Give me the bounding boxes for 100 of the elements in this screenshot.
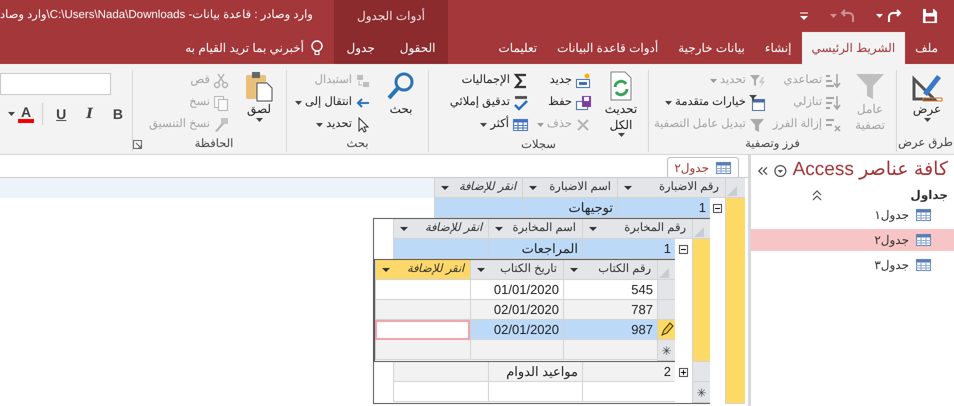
caret-icon <box>710 79 717 83</box>
record-selector[interactable] <box>657 320 675 340</box>
table-cell: 987 <box>563 320 657 340</box>
caret-icon[interactable] <box>589 226 597 230</box>
caret-icon[interactable] <box>441 186 449 190</box>
dialog-launcher-icon[interactable] <box>133 140 142 149</box>
expand-button[interactable] <box>679 368 688 376</box>
document-tab[interactable]: جدول٢ <box>667 157 739 177</box>
ribbon-button[interactable]: أكثر <box>448 114 531 136</box>
pencil-icon <box>660 322 674 336</box>
group-label: طرق عرض <box>897 136 954 151</box>
ribbon-tab[interactable]: الحقول <box>390 32 446 64</box>
caret-icon[interactable] <box>624 186 632 190</box>
scissors-icon <box>213 73 229 89</box>
collapse-icon[interactable] <box>757 164 768 176</box>
table-icon <box>915 207 932 223</box>
group-header[interactable]: جداول <box>751 186 954 204</box>
chevrons-icon <box>811 189 823 201</box>
table-cell: مواعيد الدوام <box>488 362 582 382</box>
ribbon-button[interactable]: تدقيق إملائي <box>448 92 531 114</box>
collapse-button[interactable] <box>713 204 722 212</box>
caret-icon[interactable] <box>495 226 503 230</box>
dropdown-icon[interactable] <box>774 164 787 178</box>
new-record-selector[interactable]: ✳ <box>657 340 675 361</box>
column-header[interactable]: تاريخ الكتاب <box>470 260 563 280</box>
bold-button[interactable]: B <box>106 104 130 124</box>
table-cell: 02/01/2020 <box>470 300 563 320</box>
caret-icon <box>536 123 544 127</box>
group-label: فرز وتصفية <box>744 136 801 152</box>
contextual-tab-title: أدوات الجدول <box>334 0 448 32</box>
ribbon-button[interactable]: تحديث الكل <box>597 70 645 138</box>
ribbon-button[interactable]: بحث <box>377 70 425 136</box>
caret-icon[interactable] <box>529 186 537 190</box>
ribbon-tab[interactable]: جدول <box>336 32 385 64</box>
caret-icon[interactable] <box>477 268 485 272</box>
redo-icon <box>840 8 856 24</box>
grid-icon <box>512 117 529 133</box>
spelling-check-icon <box>512 95 529 111</box>
funnel-icon <box>748 117 765 133</box>
font-name-field[interactable] <box>0 73 111 95</box>
input-field[interactable] <box>375 320 470 340</box>
quick-access-button[interactable] <box>874 8 904 24</box>
column-header[interactable]: انقر للإضافة <box>375 260 470 280</box>
save-icon <box>575 95 591 111</box>
ribbon-tab[interactable]: تعليمات <box>488 32 548 64</box>
caret-icon[interactable] <box>570 268 578 272</box>
caret-icon <box>665 101 672 105</box>
ribbon-tab[interactable]: بيانات خارجية <box>668 32 755 64</box>
undo-icon <box>886 8 902 24</box>
caret-icon <box>294 101 302 105</box>
group-label: بحث <box>346 136 370 152</box>
table-cell: 1 <box>617 198 710 218</box>
delete-icon <box>575 117 591 133</box>
nav-item[interactable]: جدول١ <box>751 204 954 226</box>
ribbon-button[interactable]: الإجماليات <box>448 70 531 92</box>
ribbon-button[interactable]: خيارات متقدمة <box>652 92 767 114</box>
group-label: الحافظة <box>194 136 234 152</box>
ribbon-button[interactable]: عرض <box>903 70 951 135</box>
caret-icon[interactable] <box>400 226 408 230</box>
caret-icon[interactable] <box>382 268 390 272</box>
column-header[interactable]: رقم الكتاب <box>563 260 657 280</box>
caret-icon <box>8 112 15 116</box>
quick-access-button[interactable] <box>920 8 940 24</box>
ribbon-button[interactable]: جديد <box>534 70 593 92</box>
collapse-button[interactable] <box>679 244 688 254</box>
underline-button[interactable]: U <box>49 104 74 124</box>
nav-item[interactable]: جدول٢ <box>751 229 954 251</box>
save-icon <box>922 8 938 24</box>
table-cell: 02/01/2020 <box>470 320 563 340</box>
font-color-button[interactable]: A <box>6 105 36 123</box>
sort-ascending-icon <box>825 73 842 89</box>
table-cell: توجيهات <box>522 198 617 218</box>
ribbon-tab[interactable]: الشريط الرئيسي <box>802 32 906 64</box>
ribbon-tab[interactable]: إنشاء <box>754 32 802 64</box>
nav-item[interactable]: جدول٣ <box>751 254 954 276</box>
lightbulb-icon <box>310 40 324 56</box>
table-cell: المراجعات <box>488 239 582 259</box>
italic-button[interactable]: I <box>79 104 100 124</box>
caret-icon <box>924 118 930 122</box>
table-cell: 1 <box>582 239 675 259</box>
table-cell: 01/01/2020 <box>470 280 563 300</box>
column-header[interactable]: انقر للإضافة <box>434 178 522 198</box>
ribbon-button[interactable]: حفظ <box>534 92 593 114</box>
tell-me-search[interactable]: أخبرني بما تريد القيام به <box>185 39 304 57</box>
caret-icon <box>618 133 624 138</box>
ribbon-tab[interactable]: ملف <box>905 32 948 64</box>
ribbon-button[interactable]: لصق <box>235 70 283 136</box>
clipboard-icon <box>243 70 275 102</box>
column-header[interactable]: اسم الاضبارة <box>522 178 617 198</box>
column-header[interactable]: اسم المخابرة <box>488 219 582 239</box>
new-record-selector[interactable]: ✳ <box>692 382 710 403</box>
column-header[interactable]: رقم المخابرة <box>582 219 692 239</box>
ribbon-button[interactable]: انتقال إلى <box>292 92 373 114</box>
caret-icon <box>256 118 262 122</box>
caret-icon <box>876 14 883 18</box>
clear-sort-icon <box>825 117 842 133</box>
ribbon-tab[interactable]: أدوات قاعدة البيانات <box>547 32 668 64</box>
ribbon-button[interactable]: تحديد <box>292 114 373 136</box>
column-header[interactable]: رقم الاضبارة <box>617 178 725 198</box>
column-header[interactable]: انقر للإضافة <box>393 219 488 239</box>
